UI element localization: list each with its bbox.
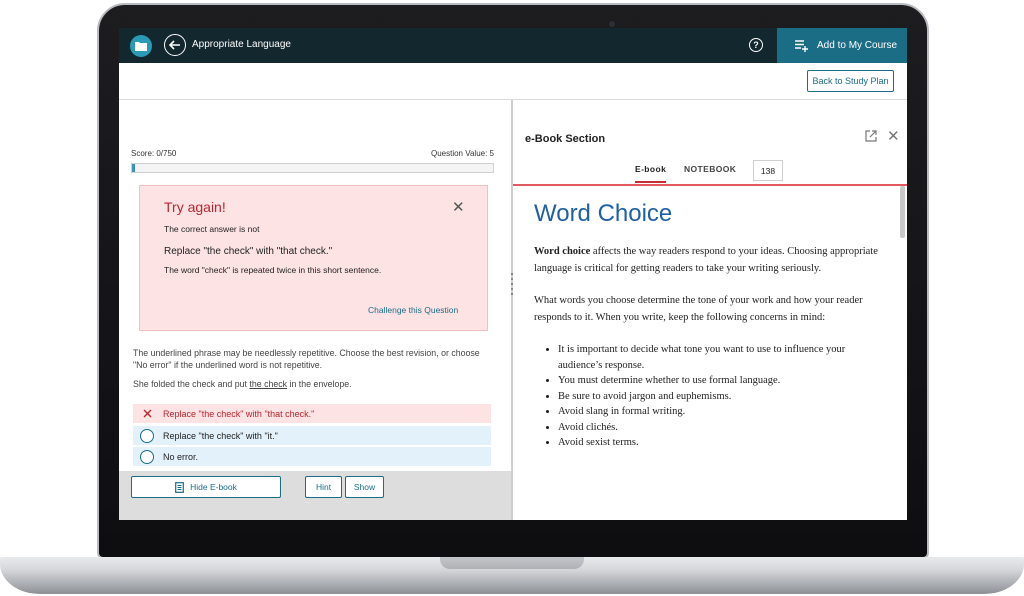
- answer-option-3[interactable]: No error.: [133, 447, 491, 466]
- folder-icon: [135, 42, 147, 51]
- laptop-notch: [440, 557, 584, 569]
- page-title: Appropriate Language: [192, 39, 291, 50]
- ebook-paragraph-1: Word choice affects the way readers resp…: [534, 244, 884, 277]
- score-row: Score: 0/750 Question Value: 5: [131, 149, 494, 158]
- hide-ebook-button[interactable]: Hide E-book: [131, 476, 281, 498]
- ebook-paragraph-2: What words you choose determine the tone…: [534, 295, 863, 323]
- list-item: Avoid slang in formal writing.: [558, 404, 884, 420]
- feedback-answer: Replace "the check" with "that check.": [164, 246, 333, 257]
- score-progress-fill: [132, 164, 135, 172]
- feedback-title: Try again!: [164, 199, 226, 215]
- list-item: Avoid sexist terms.: [558, 435, 884, 451]
- ebook-bullet-list: It is important to decide what tone you …: [534, 342, 884, 451]
- wrong-x-icon: [140, 407, 154, 421]
- score-progress-bar: [131, 163, 494, 173]
- ebook-panel: e-Book Section ✕ E-book NOTEBOOK 138 Wor…: [513, 100, 907, 520]
- hint-button[interactable]: Hint: [305, 476, 342, 498]
- list-item: Be sure to avoid jargon and euphemisms.: [558, 389, 884, 405]
- tab-ebook[interactable]: E-book: [635, 164, 667, 183]
- app-screen: Appropriate Language ? Add to My Course …: [119, 28, 907, 520]
- arrow-left-icon: [169, 40, 180, 50]
- tab-notebook[interactable]: NOTEBOOK: [684, 164, 736, 174]
- radio-button[interactable]: [140, 428, 154, 443]
- quiz-panel: Score: 0/750 Question Value: 5 Try again…: [119, 100, 511, 520]
- answer-option-1[interactable]: Replace "the check" with "that check.": [133, 404, 491, 423]
- sub-bar: Back to Study Plan: [119, 63, 907, 100]
- add-to-course-label: Add to My Course: [817, 40, 898, 51]
- help-button[interactable]: ?: [749, 38, 763, 52]
- camera-icon: [609, 21, 615, 27]
- ebook-paragraph-1-bold: Word choice: [534, 246, 591, 257]
- list-item: You must determine whether to use formal…: [558, 373, 884, 389]
- scrollbar[interactable]: [900, 186, 905, 238]
- show-button[interactable]: Show: [345, 476, 384, 498]
- list-item: Avoid clichés.: [558, 420, 884, 436]
- score-label: Score: 0/750: [131, 149, 177, 158]
- ebook-heading: Word Choice: [534, 200, 673, 227]
- popout-icon[interactable]: [865, 130, 877, 142]
- question-value-label: Question Value: 5: [430, 149, 494, 158]
- question-sentence: She folded the check and put the check i…: [133, 379, 352, 389]
- add-to-course-button[interactable]: Add to My Course: [777, 28, 907, 63]
- close-icon[interactable]: ✕: [887, 129, 900, 144]
- sentence-after: in the envelope.: [287, 379, 352, 389]
- feedback-panel: Try again! ✕ The correct answer is not R…: [139, 185, 488, 331]
- radio-button[interactable]: [140, 449, 154, 464]
- ebook-content: Word Choice Word choice affects the way …: [534, 200, 884, 451]
- hide-ebook-label: Hide E-book: [190, 482, 237, 492]
- feedback-close-icon[interactable]: ✕: [452, 200, 465, 215]
- list-item: It is important to decide what tone you …: [558, 342, 884, 373]
- page-number-box[interactable]: 138: [753, 160, 783, 181]
- book-icon: [175, 481, 185, 493]
- challenge-question-link[interactable]: Challenge this Question: [368, 305, 458, 315]
- back-button[interactable]: [164, 34, 186, 56]
- ebook-tabs: E-book NOTEBOOK 138: [513, 156, 907, 186]
- top-bar: Appropriate Language ? Add to My Course: [119, 28, 907, 63]
- answer-option-2[interactable]: Replace "the check" with "it.": [133, 426, 491, 445]
- feedback-explanation: The word "check" is repeated twice in th…: [164, 265, 382, 275]
- answer-option-label: Replace "the check" with "it.": [163, 430, 278, 441]
- answer-option-label: Replace "the check" with "that check.": [163, 408, 315, 419]
- answer-option-label: No error.: [163, 451, 199, 462]
- quiz-toolbar: Hide E-book Hint Show: [119, 471, 511, 520]
- ebook-section-title: e-Book Section: [525, 133, 606, 145]
- folder-button[interactable]: [130, 35, 152, 57]
- playlist-add-icon: [795, 39, 808, 52]
- sentence-underlined: the check: [249, 379, 288, 389]
- sentence-before: She folded the check and put: [133, 379, 250, 389]
- back-to-study-plan-button[interactable]: Back to Study Plan: [807, 70, 894, 92]
- question-prompt: The underlined phrase may be needlessly …: [133, 348, 480, 370]
- feedback-correct-intro: The correct answer is not: [164, 224, 260, 234]
